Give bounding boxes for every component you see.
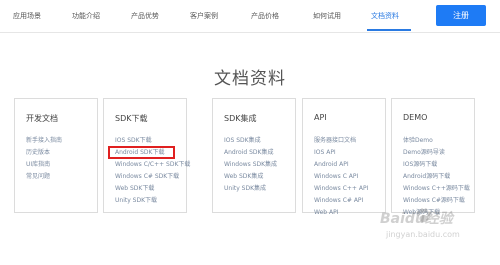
card-sdk-integration: SDK集成 IOS SDK集成 Android SDK集成 Windows SD… <box>212 98 296 213</box>
top-nav: 应用场景 功能介绍 产品优势 客户案例 产品价格 如何试用 文档资料 注册 <box>0 0 500 33</box>
card-dev-docs: 开发文档 新手接入指南 历史版本 UI库指南 常见问题 <box>14 98 98 213</box>
link-windows-cpp-api[interactable]: Windows C++ API <box>314 185 368 193</box>
link-windows-csharp-api[interactable]: Windows C# API <box>314 197 363 205</box>
card-title: SDK集成 <box>224 114 257 123</box>
link-faq[interactable]: 常见问题 <box>26 173 50 181</box>
nav-item-trial[interactable]: 如何试用 <box>313 0 341 32</box>
active-tab-underline <box>367 29 411 31</box>
watermark: Baidu经验 jingyan.baidu.com <box>380 208 492 258</box>
link-android-api[interactable]: Android API <box>314 161 349 169</box>
link-windows-cpp-source-download[interactable]: Windows C++源码下载 <box>403 185 470 193</box>
link-quickstart[interactable]: 新手接入指南 <box>26 137 62 145</box>
link-ios-source-download[interactable]: IOS源码下载 <box>403 161 437 169</box>
nav-item-scenarios[interactable]: 应用场景 <box>13 0 41 32</box>
link-ui-guide[interactable]: UI库指南 <box>26 161 50 169</box>
link-windows-c-sdk-download[interactable]: Windows C/C++ SDK下载 <box>115 161 190 169</box>
highlight-box <box>108 146 175 159</box>
link-history[interactable]: 历史版本 <box>26 149 50 157</box>
nav-item-pricing[interactable]: 产品价格 <box>251 0 279 32</box>
page-title: 文档资料 <box>214 69 286 89</box>
card-title: DEMO <box>403 113 428 122</box>
link-web-sdk-integration[interactable]: Web SDK集成 <box>224 173 263 181</box>
link-try-demo[interactable]: 体验Demo <box>403 137 433 145</box>
link-android-sdk-integration[interactable]: Android SDK集成 <box>224 149 273 157</box>
nav-item-docs[interactable]: 文档资料 <box>371 0 399 32</box>
link-server-api-docs[interactable]: 服务器接口文档 <box>314 137 356 145</box>
link-windows-c-api[interactable]: Windows C API <box>314 173 358 181</box>
watermark-text: Baidu经验 <box>380 211 453 227</box>
link-unity-sdk-integration[interactable]: Unity SDK集成 <box>224 185 266 193</box>
watermark-url: jingyan.baidu.com <box>386 230 460 239</box>
link-windows-csharp-source-download[interactable]: Windows C#源码下载 <box>403 197 465 205</box>
card-title: SDK下载 <box>115 114 148 123</box>
link-unity-sdk-download[interactable]: Unity SDK下载 <box>115 197 157 205</box>
link-demo-source-guide[interactable]: Demo源码导读 <box>403 149 445 157</box>
link-ios-api[interactable]: IOS API <box>314 149 336 157</box>
link-android-source-download[interactable]: Android源码下载 <box>403 173 450 181</box>
card-demo: DEMO 体验Demo Demo源码导读 IOS源码下载 Android源码下载… <box>391 98 475 216</box>
register-button[interactable]: 注册 <box>436 5 486 26</box>
card-title: API <box>314 113 327 122</box>
link-windows-sdk-integration[interactable]: Windows SDK集成 <box>224 161 277 169</box>
card-api: API 服务器接口文档 IOS API Android API Windows … <box>302 98 386 216</box>
link-ios-sdk-integration[interactable]: IOS SDK集成 <box>224 137 261 145</box>
link-web-api[interactable]: Web API <box>314 209 338 217</box>
link-ios-sdk-download[interactable]: IOS SDK下载 <box>115 137 152 145</box>
card-title: 开发文档 <box>26 114 58 123</box>
nav-item-advantages[interactable]: 产品优势 <box>131 0 159 32</box>
nav-item-features[interactable]: 功能介绍 <box>72 0 100 32</box>
link-web-sdk-download[interactable]: Web SDK下载 <box>115 185 154 193</box>
nav-item-cases[interactable]: 客户案例 <box>190 0 218 32</box>
link-windows-csharp-sdk-download[interactable]: Windows C# SDK下载 <box>115 173 179 181</box>
